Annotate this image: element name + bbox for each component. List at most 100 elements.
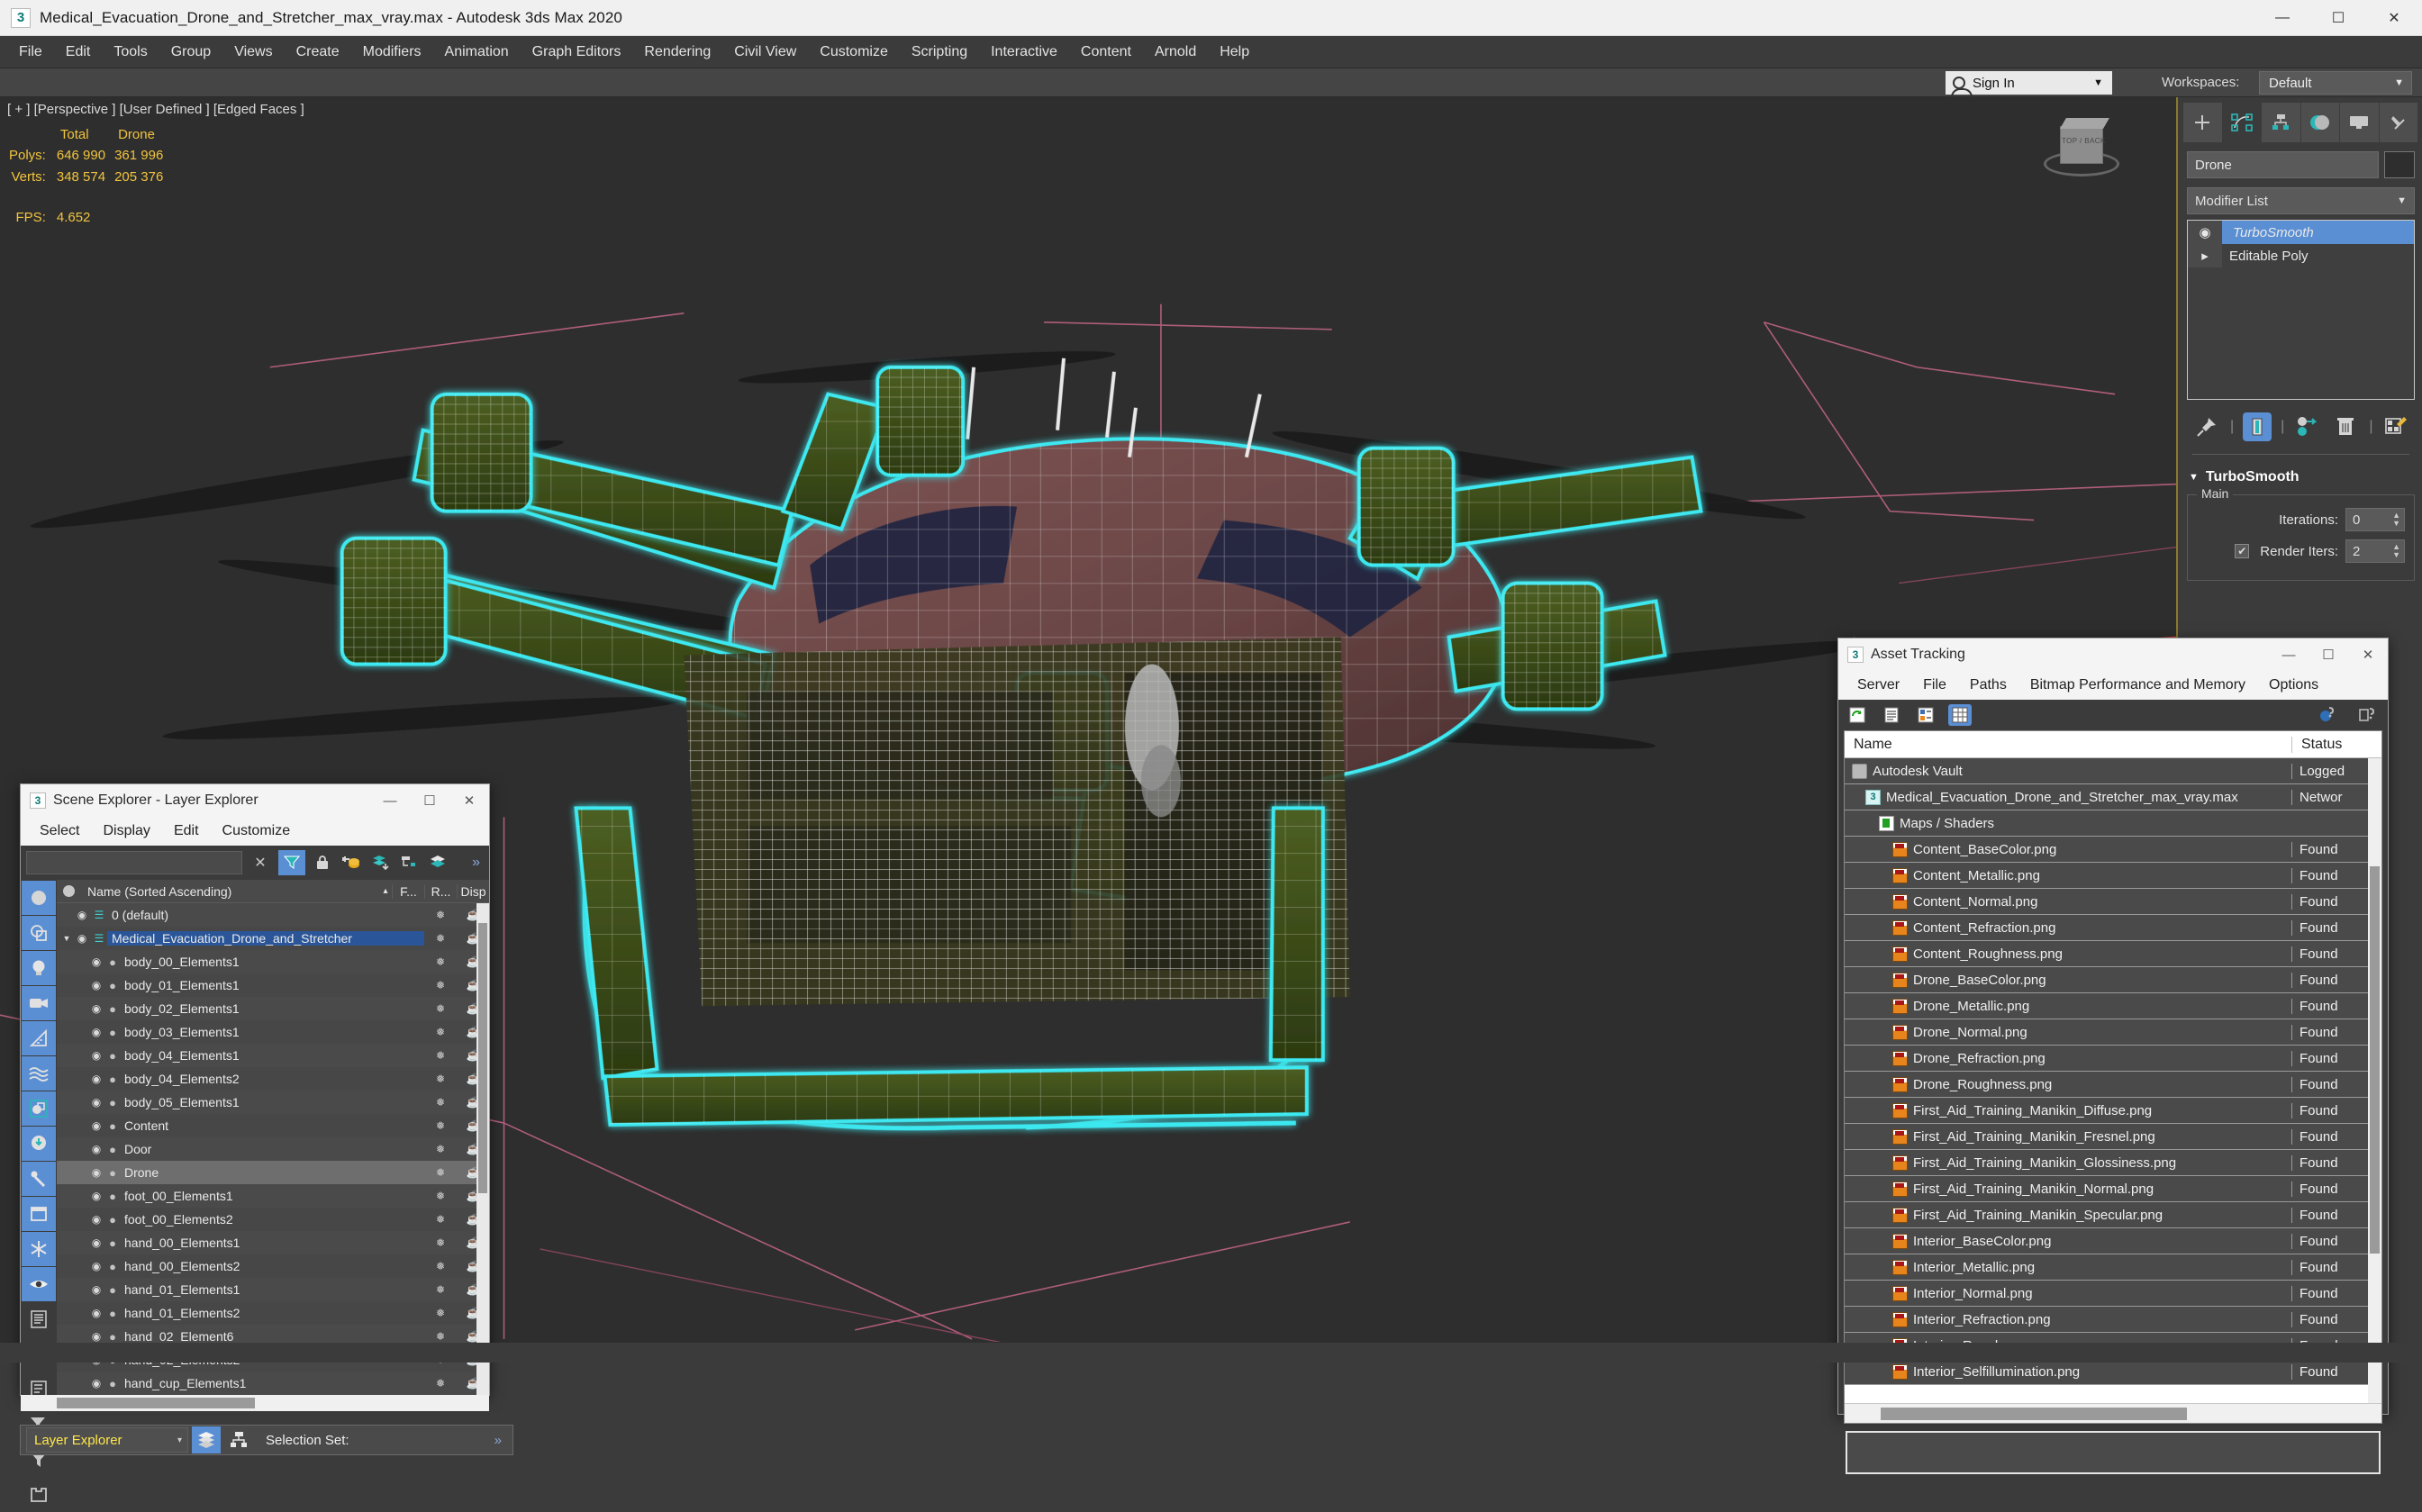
asset-table-row[interactable]: First_Aid_Training_Manikin_Diffuse.png Fo… [1845, 1098, 2381, 1124]
visibility-eye-icon[interactable]: ◉ [87, 1307, 105, 1319]
menu-item-help[interactable]: Help [1208, 40, 1261, 65]
remove-modifier-button[interactable] [2331, 412, 2360, 441]
asset-tracking-table[interactable]: Name Status Autodesk Vault Logged 3 Medical… [1844, 730, 2382, 1424]
freeze-icon[interactable]: ❅ [424, 1166, 457, 1179]
filter-groups-button[interactable] [22, 1091, 56, 1126]
freeze-icon[interactable]: ❅ [424, 1307, 457, 1319]
modifier-eye-icon[interactable]: ◉ [2188, 221, 2222, 244]
detail-view-icon[interactable] [1914, 704, 1937, 726]
filter-shapes-button[interactable] [22, 916, 56, 950]
asset-table-row[interactable]: Drone_Refraction.png Found [1845, 1046, 2381, 1072]
at-menu-server[interactable]: Server [1846, 674, 1911, 697]
filter-bones-button[interactable] [22, 1162, 56, 1196]
column-name-header[interactable]: Name [1845, 737, 2291, 753]
asset-table-row[interactable]: First_Aid_Training_Manikin_Glossiness.pn… [1845, 1150, 2381, 1176]
add-selection-to-layer-button[interactable] [368, 851, 392, 874]
asset-table-row[interactable]: Interior_Normal.png Found [1845, 1281, 2381, 1307]
display-tab[interactable] [2340, 103, 2380, 142]
scene-explorer-row[interactable]: ▼ ◉ ☰ Medical_Evacuation_Drone_and_Stretche… [57, 927, 489, 950]
column-render-header[interactable]: R... [424, 883, 457, 899]
list-view-icon[interactable] [1880, 704, 1903, 726]
freeze-icon[interactable]: ❅ [424, 979, 457, 991]
menu-item-graph-editors[interactable]: Graph Editors [521, 40, 633, 65]
visibility-eye-icon[interactable]: ◉ [87, 1236, 105, 1249]
filter-geometry-button[interactable] [22, 881, 56, 915]
at-menu-options[interactable]: Options [2257, 674, 2330, 697]
visibility-eye-icon[interactable]: ◉ [87, 1190, 105, 1202]
minimize-button[interactable]: — [2269, 638, 2309, 671]
create-tab[interactable] [2183, 103, 2223, 142]
freeze-icon[interactable]: ❅ [424, 955, 457, 968]
se-menu-select[interactable]: Select [28, 819, 91, 843]
menu-item-customize[interactable]: Customize [808, 40, 900, 65]
scene-explorer-row[interactable]: ◉ ☰ 0 (default) ❅ ☕ [57, 903, 489, 927]
object-color-swatch[interactable] [2384, 151, 2415, 178]
asset-table-rows[interactable]: Autodesk Vault Logged 3 Medical_Evacuation_… [1845, 758, 2381, 1385]
clear-search-icon[interactable]: ✕ [248, 851, 273, 874]
column-status-header[interactable]: Status [2291, 736, 2381, 753]
modifier-stack[interactable]: ◉ TurboSmooth ▸ Editable Poly [2187, 220, 2415, 400]
render-iters-spinner[interactable]: 2 ▲ ▼ [2345, 539, 2405, 563]
visibility-eye-icon[interactable]: ◉ [87, 1213, 105, 1226]
motion-tab[interactable] [2300, 103, 2340, 142]
scene-explorer-list[interactable]: Name (Sorted Ascending) ▴ F... R... Disp… [57, 880, 489, 1395]
asset-table-row[interactable]: Maps / Shaders [1845, 810, 2381, 837]
scene-explorer-row[interactable]: ◉ ● hand_cup_Elements1 ❅ ☕ [57, 1372, 489, 1395]
set-current-layer-button[interactable] [426, 851, 449, 874]
menu-item-views[interactable]: Views [222, 40, 284, 65]
menu-item-edit[interactable]: Edit [54, 40, 103, 65]
viewcube[interactable]: TOP / BACK [2036, 113, 2127, 195]
explorer-mode-dropdown[interactable]: Layer Explorer ▾ [26, 1427, 188, 1453]
scene-explorer-row[interactable]: ◉ ● body_05_Elements1 ❅ ☕ [57, 1091, 489, 1114]
asset-table-horizontal-scrollbar[interactable] [1845, 1403, 2381, 1423]
filter-containers-button[interactable] [22, 1197, 56, 1231]
collapse-arrow-icon[interactable]: ▼ [2189, 472, 2199, 483]
toggle-toolbar-button[interactable] [22, 1478, 56, 1512]
freeze-icon[interactable]: ❅ [424, 1377, 457, 1390]
expand-arrow-icon[interactable]: ▸ [2188, 244, 2222, 267]
asset-table-row[interactable]: Drone_Metallic.png Found [1845, 993, 2381, 1019]
grid-view-icon[interactable] [1948, 704, 1972, 726]
menu-item-interactive[interactable]: Interactive [979, 40, 1069, 65]
asset-table-row[interactable]: Content_Roughness.png Found [1845, 941, 2381, 967]
make-unique-button[interactable] [2293, 412, 2322, 441]
visibility-eye-icon[interactable]: ◉ [87, 955, 105, 968]
asset-table-row[interactable]: Interior_Refraction.png Found [1845, 1307, 2381, 1333]
at-menu-file[interactable]: File [1911, 674, 1958, 697]
filter-frozen-button[interactable] [22, 1232, 56, 1266]
filter-xrefs-button[interactable] [22, 1127, 56, 1161]
select-all-radio[interactable] [57, 885, 80, 897]
toolbar-overflow-button[interactable]: » [472, 855, 484, 871]
scene-explorer-row[interactable]: ◉ ● body_02_Elements1 ❅ ☕ [57, 997, 489, 1020]
dock-overflow-button[interactable]: » [494, 1433, 502, 1448]
freeze-icon[interactable]: ❅ [424, 1143, 457, 1155]
scene-explorer-vertical-scrollbar[interactable] [476, 903, 489, 1395]
visibility-eye-icon[interactable]: ◉ [87, 1260, 105, 1272]
column-config-button[interactable] [22, 1302, 56, 1336]
asset-table-row[interactable]: First_Aid_Training_Manikin_Fresnel.png Fo… [1845, 1124, 2381, 1150]
asset-table-row[interactable]: Drone_Normal.png Found [1845, 1019, 2381, 1046]
visibility-eye-icon[interactable]: ◉ [73, 909, 91, 921]
menu-item-group[interactable]: Group [159, 40, 222, 65]
layer-explorer-button[interactable] [192, 1426, 221, 1453]
maximize-button[interactable]: ☐ [2310, 0, 2366, 36]
column-frozen-header[interactable]: F... [392, 883, 424, 899]
modifier-stack-item-editable-poly[interactable]: ▸ Editable Poly [2188, 244, 2414, 267]
filter-helpers-button[interactable] [22, 1021, 56, 1055]
freeze-icon[interactable]: ❅ [424, 1283, 457, 1296]
menu-item-content[interactable]: Content [1069, 40, 1143, 65]
hierarchy-tab[interactable] [2262, 103, 2301, 142]
close-button[interactable]: ✕ [2348, 638, 2388, 671]
maximize-button[interactable]: ☐ [2309, 638, 2348, 671]
asset-table-row[interactable]: 3 Medical_Evacuation_Drone_and_Stretcher_… [1845, 784, 2381, 810]
scene-explorer-row[interactable]: ◉ ● hand_00_Elements1 ❅ ☕ [57, 1231, 489, 1254]
visibility-eye-icon[interactable]: ◉ [87, 1330, 105, 1343]
scene-explorer-row[interactable]: ◉ ● Door ❅ ☕ [57, 1137, 489, 1161]
viewcube-box[interactable] [2060, 126, 2103, 164]
object-name-field[interactable]: Drone [2187, 151, 2379, 178]
visibility-eye-icon[interactable]: ◉ [87, 1143, 105, 1155]
render-iters-checkbox[interactable]: ✔ [2235, 544, 2250, 558]
asset-table-row[interactable]: Content_Metallic.png Found [1845, 863, 2381, 889]
workspaces-dropdown[interactable]: Default ▼ [2259, 71, 2412, 95]
asset-table-row[interactable]: Drone_BaseColor.png Found [1845, 967, 2381, 993]
